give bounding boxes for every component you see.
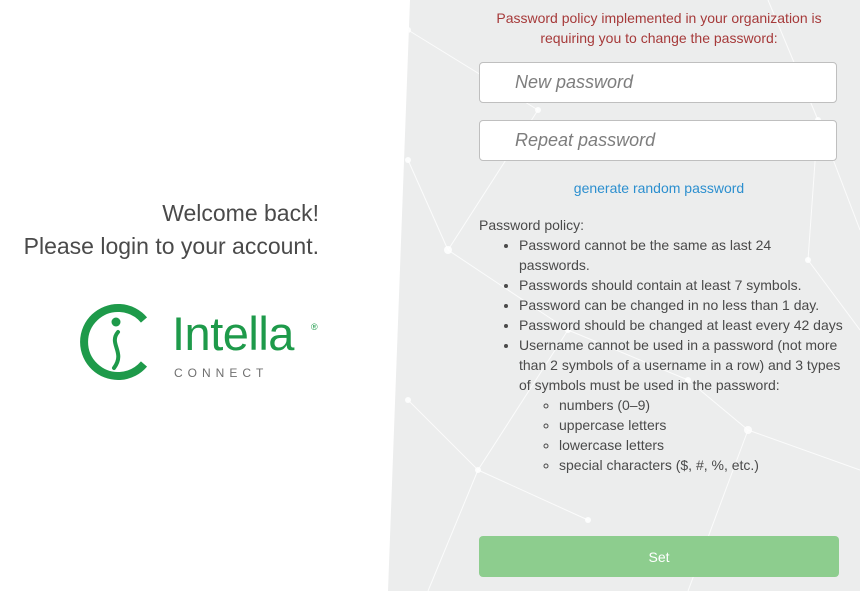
policy-notice: Password policy implemented in your orga… [496,10,822,46]
set-button[interactable]: Set [479,536,839,577]
password-change-panel: Password policy implemented in your orga… [388,0,860,591]
logo-wordmark: Intella [172,307,294,360]
welcome-message: Welcome back! Please login to your accou… [24,197,319,263]
intella-connect-logo: Intella ® CONNECT [78,302,328,382]
welcome-panel: Welcome back! Please login to your accou… [0,0,420,591]
welcome-subtitle: Please login to your account. [23,233,319,259]
intella-logo-icon [80,304,148,380]
policy-rule-text: Username cannot be used in a password (n… [519,337,841,393]
logo-subtitle: CONNECT [174,366,269,380]
repeat-password-input[interactable] [479,120,837,161]
symbol-type: lowercase letters [559,435,845,455]
welcome-title: Welcome back! [162,200,319,226]
policy-rule: Password can be changed in no less than … [519,295,845,315]
generate-random-password-link[interactable]: generate random password [479,180,839,196]
policy-rules-list: Password cannot be the same as last 24 p… [479,235,845,475]
policy-rule: Username cannot be used in a password (n… [519,335,845,475]
new-password-input[interactable] [479,62,837,103]
policy-rule: Password cannot be the same as last 24 p… [519,235,845,275]
symbol-type: special characters ($, #, %, etc.) [559,455,845,475]
symbol-type: uppercase letters [559,415,845,435]
logo-registered-mark: ® [311,322,318,332]
policy-rule: Passwords should contain at least 7 symb… [519,275,845,295]
change-password-page: Welcome back! Please login to your accou… [0,0,860,591]
policy-title: Password policy: [479,217,585,233]
symbol-types-list: numbers (0–9) uppercase letters lowercas… [519,395,845,475]
password-policy: Password policy: Password cannot be the … [479,215,845,475]
policy-rule: Password should be changed at least ever… [519,315,845,335]
symbol-type: numbers (0–9) [559,395,845,415]
